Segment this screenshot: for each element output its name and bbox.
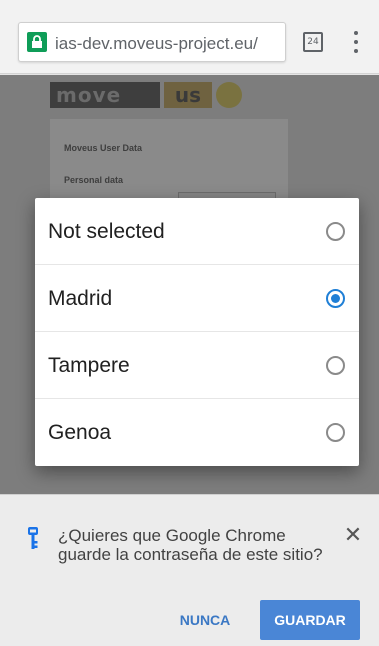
close-icon[interactable]: ✕ (342, 525, 364, 547)
option-label: Tampere (48, 354, 130, 377)
option-genoa[interactable]: Genoa (35, 399, 359, 466)
option-label: Genoa (48, 421, 112, 444)
url-text: ias-dev.moveus-project.eu/ (55, 34, 258, 53)
overflow-menu-icon[interactable] (350, 31, 362, 55)
browser-toolbar: ias-dev.moveus-project.eu/ 24 (0, 0, 379, 74)
radio-button-selected[interactable] (326, 289, 345, 308)
card-title: Moveus User Data (64, 143, 143, 153)
save-password-message: ¿Quieres que Google Chrome guarde la con… (58, 526, 323, 564)
tab-switcher-icon[interactable]: 24 (303, 32, 323, 52)
moveus-logo: move us (50, 78, 250, 112)
save-button[interactable]: GUARDAR (260, 600, 360, 640)
option-label: Not selected (48, 220, 165, 243)
option-not-selected[interactable]: Not selected (35, 198, 359, 265)
city-select-dialog: Not selected Madrid Tampere Genoa (35, 198, 359, 466)
never-button[interactable]: NUNCA (165, 602, 245, 638)
option-madrid[interactable]: Madrid (35, 265, 359, 332)
save-password-infobar: ¿Quieres que Google Chrome guarde la con… (0, 494, 379, 646)
radio-button[interactable] (326, 423, 345, 442)
secure-lock-icon (27, 32, 47, 52)
radio-button[interactable] (326, 222, 345, 241)
logo-us-text: us (164, 82, 212, 108)
logo-badge (216, 82, 242, 108)
logo-move-text: move (50, 82, 160, 108)
option-label: Madrid (48, 287, 113, 310)
key-icon (26, 527, 40, 551)
address-bar[interactable]: ias-dev.moveus-project.eu/ (18, 22, 286, 62)
option-tampere[interactable]: Tampere (35, 332, 359, 399)
radio-button[interactable] (326, 356, 345, 375)
card-subtitle: Personal data (64, 175, 124, 185)
